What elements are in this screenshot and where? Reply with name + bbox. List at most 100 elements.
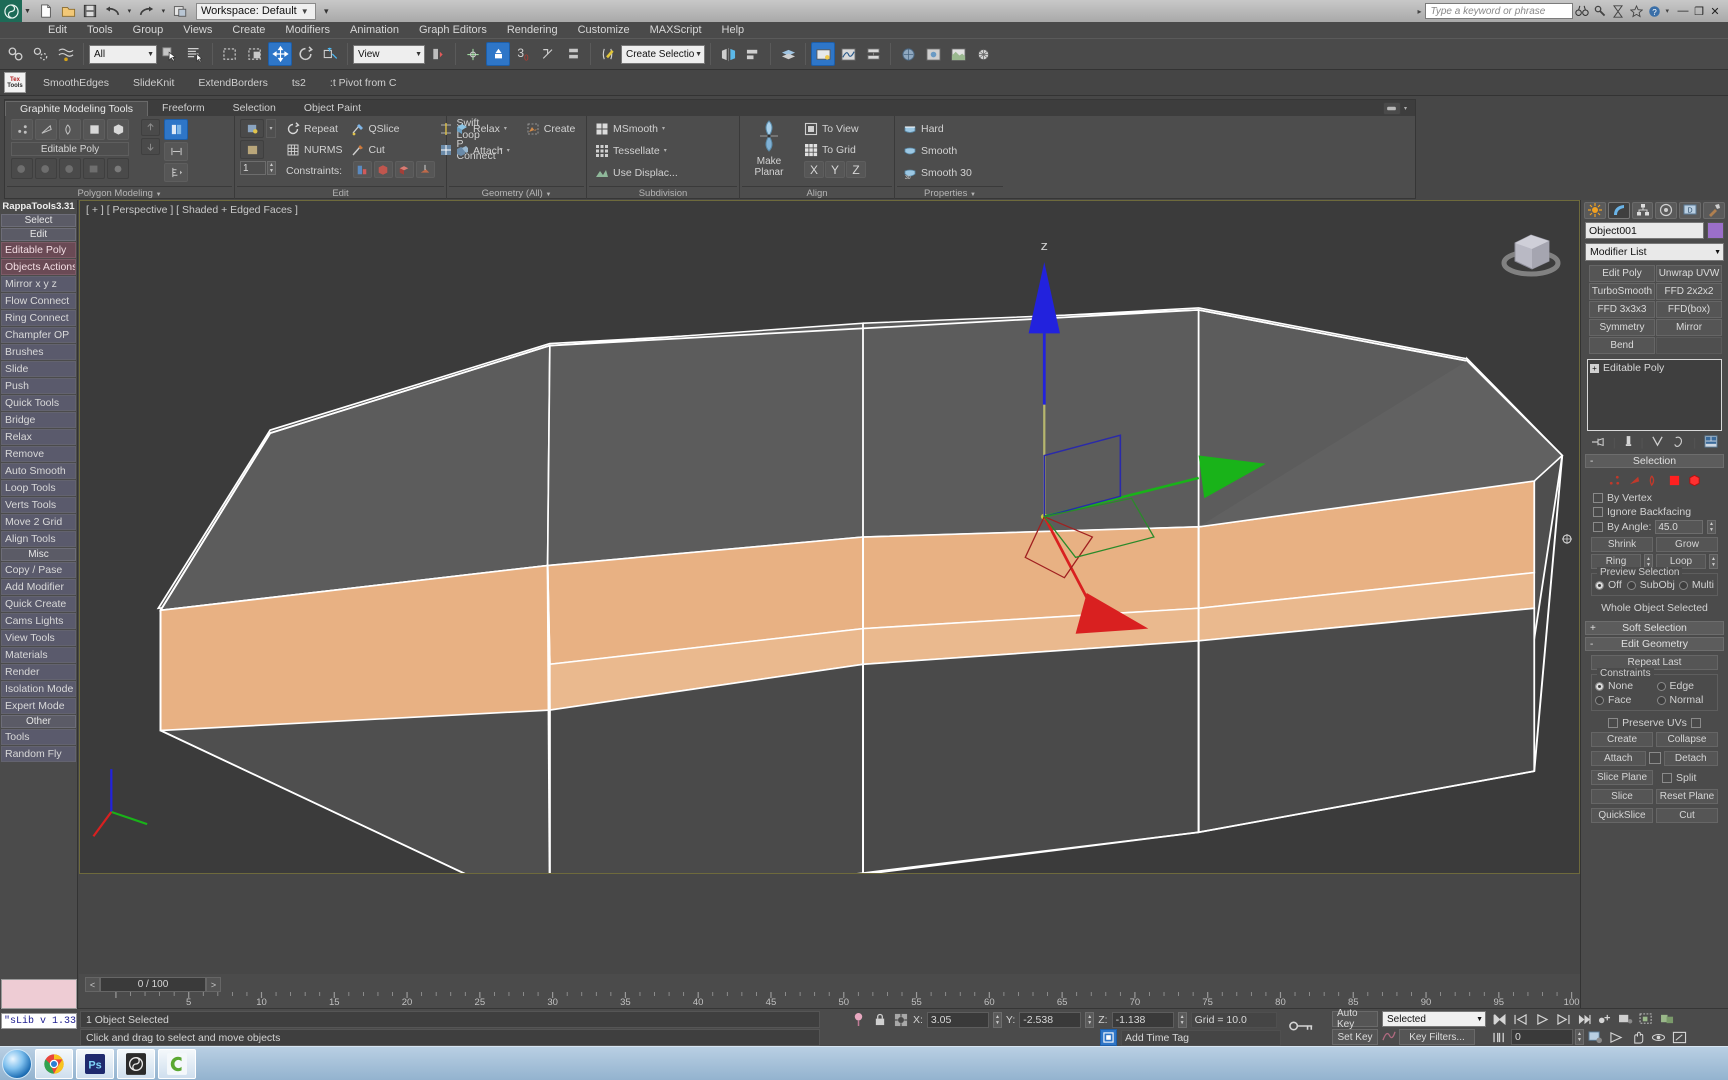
preserve-uv-icon[interactable] [59, 158, 81, 179]
rappatools-button-materials[interactable]: Materials [1, 647, 76, 663]
rappatools-button-tools[interactable]: Tools [1, 729, 76, 745]
key-toggle-icon[interactable] [1286, 1015, 1318, 1037]
modifier-button-ffd-2x2x2[interactable]: FFD 2x2x2 [1656, 283, 1722, 300]
ribbon-cut[interactable]: Cut [351, 140, 435, 159]
preview-off-option[interactable]: Off [1595, 579, 1623, 591]
reference-coordinate-combo[interactable]: View▼ [353, 45, 425, 64]
select-object-icon[interactable] [158, 42, 182, 66]
set-key-point-icon[interactable] [1595, 1011, 1614, 1027]
pin-stack-icon[interactable] [850, 1011, 867, 1028]
z-spinner[interactable]: ▲▼ [1178, 1012, 1187, 1028]
menu-group[interactable]: Group [123, 22, 174, 38]
by-vertex-checkbox-row[interactable]: By Vertex [1589, 491, 1720, 505]
modifier-stack-item-editable-poly[interactable]: + Editable Poly [1590, 362, 1719, 374]
ribbon-tessellate[interactable]: Tessellate ▾ [595, 141, 671, 160]
chevron-down-icon[interactable]: ▼ [147, 51, 154, 58]
star-icon[interactable] [1627, 2, 1645, 20]
set-key-button[interactable]: Set Key [1332, 1029, 1378, 1045]
use-center-flyout-icon[interactable] [426, 42, 450, 66]
next-frame-arrow[interactable]: > [206, 977, 221, 992]
motion-tab-icon[interactable] [1655, 202, 1677, 219]
snaps-toggle-icon[interactable] [486, 42, 510, 66]
show-end-result-icon[interactable] [1624, 435, 1633, 451]
texttool-slideknit[interactable]: SlideKnit [121, 72, 186, 94]
constraint-none-icon[interactable] [353, 161, 372, 178]
render-frame-icon[interactable] [946, 42, 970, 66]
perspective-viewport[interactable]: [ + ] [ Perspective ] [ Shaded + Edged F… [79, 200, 1580, 874]
absolute-relative-icon[interactable] [892, 1011, 909, 1028]
by-angle-value[interactable]: 45.0 [1655, 520, 1703, 534]
menu-customize[interactable]: Customize [568, 22, 640, 38]
preview-off-radio[interactable] [1595, 581, 1604, 590]
constraint-edge-radio[interactable] [1657, 682, 1666, 691]
timeline-ticks[interactable]: 5101520253035404550556065707580859095100 [113, 992, 1576, 1008]
preview-multi-option[interactable]: Multi [1679, 579, 1714, 591]
rappatools-button-auto-smooth[interactable]: Auto Smooth [1, 463, 76, 479]
redo-dropdown-icon[interactable]: ▾ [159, 2, 168, 21]
chrome-icon[interactable] [35, 1049, 73, 1079]
menu-graph-editors[interactable]: Graph Editors [409, 22, 497, 38]
current-frame-field[interactable]: 0 [1511, 1029, 1573, 1045]
x-coordinate-field[interactable]: 3.05 [927, 1012, 989, 1028]
menu-rendering[interactable]: Rendering [497, 22, 568, 38]
menu-create[interactable]: Create [222, 22, 275, 38]
rollout-selection-header[interactable]: - Selection [1585, 454, 1724, 468]
tab-freeform[interactable]: Freeform [148, 101, 219, 116]
split-row[interactable]: Split [1656, 770, 1718, 785]
edge-icon[interactable] [1628, 474, 1641, 487]
logo-dropdown-caret[interactable]: ▼ [24, 8, 31, 15]
select-and-move-icon[interactable] [268, 42, 292, 66]
quickslice-button[interactable]: QuickSlice [1591, 808, 1653, 823]
utilities-tab-icon[interactable] [1703, 202, 1725, 219]
polygon-icon[interactable] [1668, 474, 1681, 487]
object-color-swatch[interactable] [1707, 222, 1724, 239]
preview-subobj-radio[interactable] [1627, 581, 1636, 590]
tex-tools-icon[interactable]: Tex Tools [4, 72, 26, 93]
edit-named-selection-icon[interactable] [596, 42, 620, 66]
ribbon-repeat[interactable]: Repeat [286, 119, 347, 138]
pan-view-icon[interactable] [1628, 1029, 1647, 1045]
restore-icon[interactable]: ❐ [1691, 2, 1707, 20]
ribbon-minimize-icon[interactable] [1383, 102, 1401, 115]
ribbon-create[interactable]: Create [526, 119, 580, 138]
msmooth-caret-icon[interactable]: ▾ [662, 125, 665, 132]
edit-iterations-spinner[interactable]: ▲▼ [267, 161, 276, 175]
by-angle-checkbox[interactable] [1593, 522, 1603, 532]
generate-topology-icon[interactable] [11, 158, 33, 179]
rappatools-header-misc[interactable]: Misc [1, 548, 76, 561]
modifier-button-unwrap-uvw[interactable]: Unwrap UVW [1656, 265, 1722, 282]
preserve-uvs-settings-icon[interactable] [1691, 718, 1701, 728]
rappatools-button-align-tools[interactable]: Align Tools [1, 531, 76, 547]
constraint-face-radio[interactable] [1595, 696, 1604, 705]
hourglass-icon[interactable] [1609, 2, 1627, 20]
constraint-face-icon[interactable] [395, 161, 414, 178]
constraint-none-radio[interactable] [1595, 682, 1604, 691]
rappatools-button-random-fly[interactable]: Random Fly [1, 746, 76, 762]
modifier-button-edit-poly[interactable]: Edit Poly [1589, 265, 1655, 282]
ribbon-hard[interactable]: Hard [903, 119, 948, 138]
key-mode-combo[interactable]: Selected▼ [1382, 1011, 1486, 1027]
select-filter-combo[interactable]: All▼ [89, 45, 157, 64]
edit-flyout-caret-icon[interactable]: ▾ [266, 119, 276, 138]
key-filters-button[interactable]: Key Filters... [1399, 1029, 1475, 1045]
chevron-down-icon[interactable]: ▼ [415, 51, 422, 58]
ribbon-relax[interactable]: Relax ▾ [455, 119, 514, 138]
layer-manager-icon[interactable] [776, 42, 800, 66]
constraint-normal-icon[interactable] [416, 161, 435, 178]
ignore-backfacing-checkbox[interactable] [1593, 507, 1603, 517]
rappatools-button-view-tools[interactable]: View Tools [1, 630, 76, 646]
curve-filter-icon[interactable] [1382, 1029, 1396, 1045]
rappatools-button-move-2-grid[interactable]: Move 2 Grid [1, 514, 76, 530]
menu-modifiers[interactable]: Modifiers [275, 22, 340, 38]
edit-paint-deform-icon[interactable] [240, 140, 264, 159]
rappatools-button-flow-connect[interactable]: Flow Connect [1, 293, 76, 309]
split-checkbox[interactable] [1662, 773, 1672, 783]
detach-button[interactable]: Detach [1664, 751, 1719, 766]
edit-iterations-value[interactable]: 1 [240, 161, 266, 175]
ribbon-qslice[interactable]: QSlice [351, 119, 435, 138]
binoculars-icon[interactable] [1573, 2, 1591, 20]
subobject-down-icon[interactable] [141, 138, 160, 155]
render-production-icon[interactable] [971, 42, 995, 66]
ribbon-align-to-grid[interactable]: To Grid [804, 140, 866, 159]
constraint-edge-icon[interactable] [374, 161, 393, 178]
